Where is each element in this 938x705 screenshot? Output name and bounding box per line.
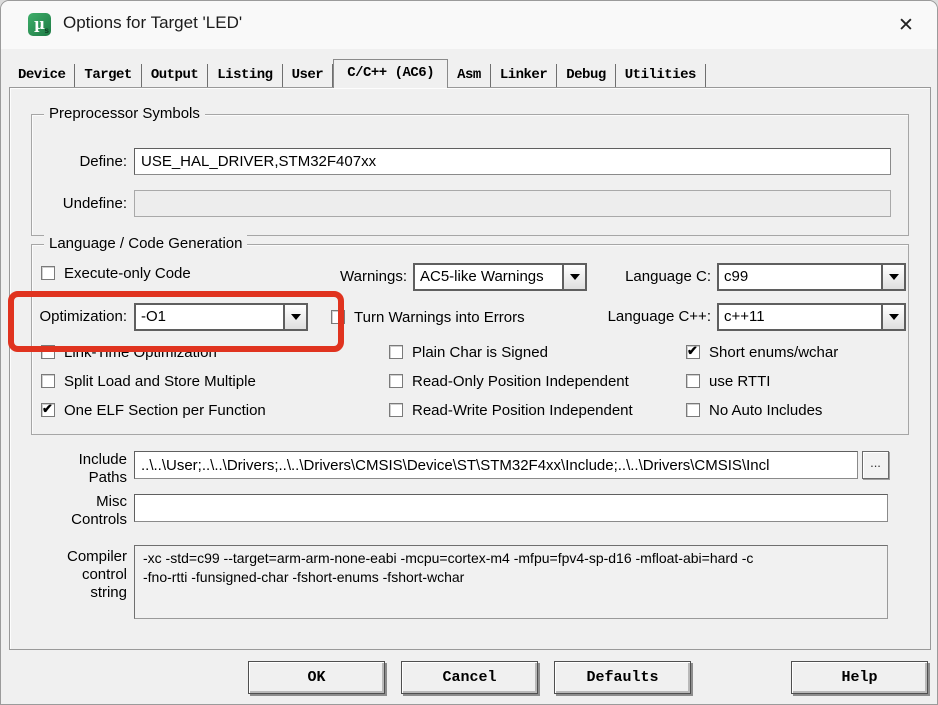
optimization-dropdown[interactable]: -O1 xyxy=(134,303,308,331)
warnings-dropdown[interactable]: AC5-like Warnings xyxy=(413,263,587,291)
checkbox-box[interactable] xyxy=(41,374,55,388)
tab-device[interactable]: Device xyxy=(9,64,75,87)
checkbox-label: use RTTI xyxy=(709,374,770,390)
tab-listing[interactable]: Listing xyxy=(208,64,282,87)
split-load-store-multiple-checkbox[interactable]: Split Load and Store Multiple xyxy=(41,374,256,390)
tab-asm[interactable]: Asm xyxy=(448,64,491,87)
tab-user[interactable]: User xyxy=(283,64,334,87)
tab-strip: Device Target Output Listing User C/C++ … xyxy=(9,58,706,87)
tab-c-cpp-ac6[interactable]: C/C++ (AC6) xyxy=(333,59,448,88)
define-label: Define: xyxy=(31,148,127,175)
link-time-optimization-checkbox[interactable]: Link-Time Optimization xyxy=(41,345,217,361)
ok-button[interactable]: OK xyxy=(248,661,385,694)
checkbox-box[interactable] xyxy=(686,403,700,417)
warnings-label: Warnings: xyxy=(321,263,407,290)
logo-sub: s xyxy=(45,26,49,35)
checkbox-box[interactable] xyxy=(389,374,403,388)
help-button[interactable]: Help xyxy=(791,661,928,694)
checkbox-box[interactable] xyxy=(389,345,403,359)
language-cpp-dropdown[interactable]: c++11 xyxy=(717,303,906,331)
warnings-value: AC5-like Warnings xyxy=(415,265,562,289)
checkbox-label: Execute-only Code xyxy=(64,266,191,282)
checkbox-label: Split Load and Store Multiple xyxy=(64,374,256,390)
defaults-button[interactable]: Defaults xyxy=(554,661,691,694)
include-paths-input[interactable] xyxy=(134,451,858,479)
tab-debug[interactable]: Debug xyxy=(557,64,616,87)
preprocessor-symbols-legend: Preprocessor Symbols xyxy=(44,105,205,122)
plain-char-is-signed-checkbox[interactable]: Plain Char is Signed xyxy=(389,345,548,361)
cancel-button[interactable]: Cancel xyxy=(401,661,538,694)
use-rtti-checkbox[interactable]: use RTTI xyxy=(686,374,770,390)
misc-controls-label: Misc Controls xyxy=(31,493,127,529)
checkbox-box[interactable] xyxy=(389,403,403,417)
compiler-control-string-box: -xc -std=c99 --target=arm-arm-none-eabi … xyxy=(134,545,888,619)
logo-glyph: µ xyxy=(34,17,45,32)
checkbox-label: Plain Char is Signed xyxy=(412,345,548,361)
define-input[interactable] xyxy=(134,148,891,175)
checkbox-box[interactable] xyxy=(331,310,345,324)
tab-linker[interactable]: Linker xyxy=(491,64,557,87)
checkbox-label: One ELF Section per Function xyxy=(64,403,266,419)
read-write-position-independent-checkbox[interactable]: Read-Write Position Independent xyxy=(389,403,633,419)
checkbox-box[interactable] xyxy=(686,345,700,359)
checkbox-box[interactable] xyxy=(41,403,55,417)
chevron-down-icon[interactable] xyxy=(881,265,904,289)
checkbox-box[interactable] xyxy=(686,374,700,388)
window-title: Options for Target 'LED' xyxy=(63,13,242,33)
undefine-input[interactable] xyxy=(134,190,891,217)
language-cpp-label: Language C++: xyxy=(593,303,711,330)
chevron-down-icon[interactable] xyxy=(881,305,904,329)
checkbox-label: Short enums/wchar xyxy=(709,345,838,361)
optimization-value: -O1 xyxy=(136,305,283,329)
tab-output[interactable]: Output xyxy=(142,64,208,87)
language-cpp-value: c++11 xyxy=(719,305,881,329)
no-auto-includes-checkbox[interactable]: No Auto Includes xyxy=(686,403,822,419)
options-dialog: µ s Options for Target 'LED' ✕ Device Ta… xyxy=(0,0,938,705)
chevron-down-icon[interactable] xyxy=(562,265,585,289)
language-c-dropdown[interactable]: c99 xyxy=(717,263,906,291)
short-enums-wchar-checkbox[interactable]: Short enums/wchar xyxy=(686,345,838,361)
include-paths-label: Include Paths xyxy=(31,451,127,487)
uvision-logo-icon: µ s xyxy=(28,13,51,36)
language-c-label: Language C: xyxy=(601,263,711,290)
optimization-label: Optimization: xyxy=(31,303,127,330)
checkbox-box[interactable] xyxy=(41,266,55,280)
misc-controls-input[interactable] xyxy=(134,494,888,522)
checkbox-label: No Auto Includes xyxy=(709,403,822,419)
undefine-label: Undefine: xyxy=(31,190,127,217)
tab-utilities[interactable]: Utilities xyxy=(616,64,706,87)
checkbox-box[interactable] xyxy=(41,345,55,359)
language-code-generation-legend: Language / Code Generation xyxy=(44,235,247,252)
one-elf-section-per-function-checkbox[interactable]: One ELF Section per Function xyxy=(41,403,266,419)
execute-only-code-checkbox[interactable]: Execute-only Code xyxy=(41,266,191,282)
close-icon[interactable]: ✕ xyxy=(891,11,921,39)
turn-warnings-into-errors-checkbox[interactable]: Turn Warnings into Errors xyxy=(331,310,525,326)
language-c-value: c99 xyxy=(719,265,881,289)
checkbox-label: Link-Time Optimization xyxy=(64,345,217,361)
preprocessor-symbols-group: Preprocessor Symbols xyxy=(31,114,909,236)
browse-include-paths-button[interactable]: ... xyxy=(862,451,889,479)
read-only-position-independent-checkbox[interactable]: Read-Only Position Independent xyxy=(389,374,629,390)
checkbox-label: Read-Only Position Independent xyxy=(412,374,629,390)
checkbox-label: Read-Write Position Independent xyxy=(412,403,633,419)
checkbox-label: Turn Warnings into Errors xyxy=(354,310,525,326)
title-bar: µ s Options for Target 'LED' ✕ xyxy=(1,1,937,49)
compiler-control-string-label: Compiler control string xyxy=(31,548,127,602)
tab-target[interactable]: Target xyxy=(75,64,141,87)
chevron-down-icon[interactable] xyxy=(283,305,306,329)
